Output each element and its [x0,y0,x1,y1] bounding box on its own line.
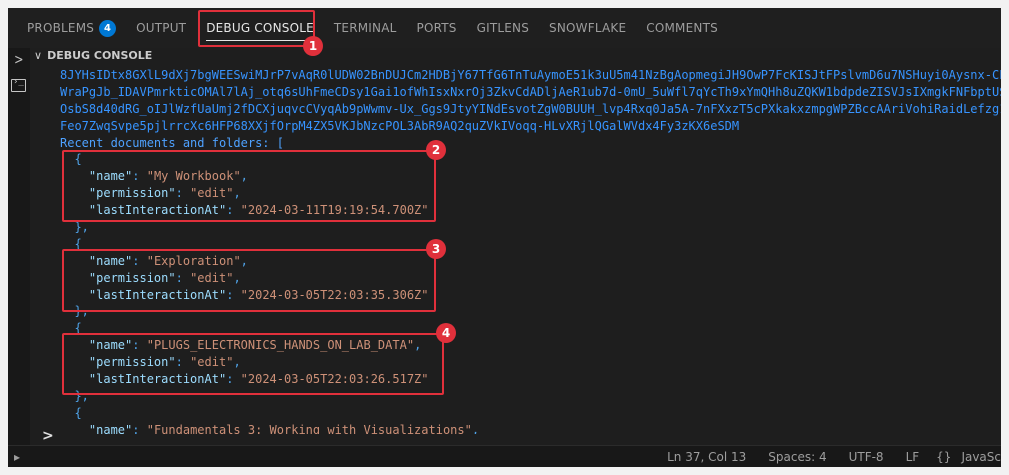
tab-output[interactable]: OUTPUT [126,8,196,48]
tab-ports[interactable]: PORTS [407,8,467,48]
vscode-panel: PROBLEMS 4 OUTPUT DEBUG CONSOLE TERMINAL … [8,8,1001,467]
left-gutter: > [8,48,30,445]
key-name: "name" [88,422,133,434]
doc-4-name: Fundamentals 3: Working with Visualizati… [153,422,465,434]
callout-box-1 [198,10,315,47]
token-line-3: OsbS8d40dRG_oIJlWzfUaUmj2fDCXjuqvcCVyqAb… [60,101,1001,116]
chevron-down-icon: ∨ [34,49,43,62]
language-mode[interactable]: JavaSc [957,446,1001,467]
tab-gitlens[interactable]: GITLENS [467,8,539,48]
problems-count-badge: 4 [99,20,117,37]
tab-problems-label: PROBLEMS [27,21,95,35]
tab-problems[interactable]: PROBLEMS 4 [8,8,126,48]
callout-badge-1: 1 [303,36,323,56]
braces-icon[interactable]: {} [930,446,957,467]
doc-4-name-line: "name": "Fundamentals 3: Working with Vi… [60,422,1001,434]
prompt-chevron-icon: > [42,428,54,444]
tab-comments[interactable]: COMMENTS [636,8,728,48]
debug-console-section-header[interactable]: ∨ DEBUG CONSOLE [30,48,152,64]
panel-tab-bar: PROBLEMS 4 OUTPUT DEBUG CONSOLE TERMINAL … [8,8,1001,48]
line-ending[interactable]: LF [895,446,931,467]
tab-snowflake[interactable]: SNOWFLAKE [539,8,636,48]
chevron-right-icon[interactable]: > [14,52,23,68]
callout-box-4 [62,333,444,395]
callout-badge-3: 3 [426,239,446,259]
terminal-icon[interactable] [11,77,26,92]
token-line-2: WraPgJb_IDAVPmrkticOMAl7lAj_otq6sUhFmeCD… [60,84,1001,99]
callout-badge-4: 4 [436,323,456,343]
token-line-4: Feo7ZwqSvpe5pjlrrcXc6HFP68XXjfOrpM4ZX5VK… [60,118,740,133]
tab-terminal-label: TERMINAL [333,21,397,35]
callout-box-3 [62,249,436,312]
console-input-row[interactable]: > [30,428,1001,445]
callout-box-2 [62,150,436,222]
tab-ports-label: PORTS [416,21,457,35]
tab-snowflake-label: SNOWFLAKE [549,21,627,35]
status-bar: ▸ Ln 37, Col 13 Spaces: 4 UTF-8 LF {} Ja… [8,445,1001,467]
tab-terminal[interactable]: TERMINAL [324,8,407,48]
cursor-position[interactable]: Ln 37, Col 13 [656,446,757,467]
indentation-setting[interactable]: Spaces: 4 [757,446,837,467]
object-open-brace: { [60,405,82,420]
debug-icon[interactable]: ▸ [14,446,20,467]
tab-output-label: OUTPUT [136,21,187,35]
token-line-1: 8JYHsIDtx8GXlL9dXj7bgWEESwiMJrP7vAqR0lUD… [60,68,1001,82]
callout-badge-2: 2 [426,140,446,160]
section-title: DEBUG CONSOLE [47,49,153,62]
recent-documents-label: Recent documents and folders: [ [60,135,284,150]
file-encoding[interactable]: UTF-8 [838,446,895,467]
tab-gitlens-label: GITLENS [476,21,530,35]
tab-comments-label: COMMENTS [646,21,718,35]
